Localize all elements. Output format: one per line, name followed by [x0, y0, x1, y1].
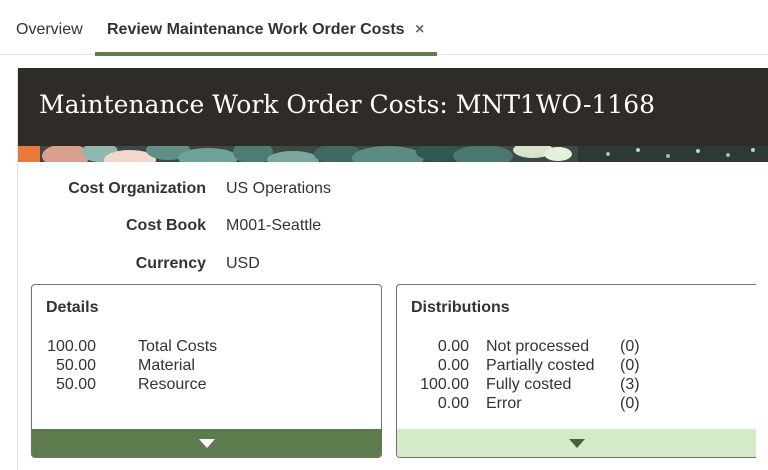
- distributions-label: Not processed: [486, 338, 590, 355]
- page-title: Maintenance Work Order Costs: MNT1WO-116…: [39, 90, 656, 119]
- distributions-row: 0.00 Error (0): [397, 394, 756, 413]
- details-label: Material: [138, 357, 195, 374]
- tab-bar: Overview Review Maintenance Work Order C…: [0, 0, 768, 56]
- tab-review-costs[interactable]: Review Maintenance Work Order Costs ×: [95, 0, 437, 56]
- currency-value: USD: [226, 255, 260, 272]
- details-expand-button[interactable]: [32, 429, 381, 457]
- currency-field: Currency USD: [0, 255, 768, 275]
- distributions-row: 0.00 Not processed (0): [397, 337, 756, 356]
- header-illustration: [18, 146, 768, 162]
- details-row: 100.00 Total Costs: [32, 337, 381, 356]
- page-header: Maintenance Work Order Costs: MNT1WO-116…: [18, 68, 768, 162]
- distributions-amount: 0.00: [437, 395, 469, 412]
- distributions-expand-button[interactable]: [397, 429, 756, 457]
- distributions-count: (0): [620, 338, 640, 355]
- details-row: 50.00 Resource: [32, 375, 381, 394]
- distributions-amount: 0.00: [437, 357, 469, 374]
- details-title: Details: [46, 299, 99, 316]
- details-amount: 50.00: [55, 376, 96, 393]
- cost-book-label: Cost Book: [126, 217, 206, 234]
- details-row: 50.00 Material: [32, 356, 381, 375]
- distributions-amount: 100.00: [420, 376, 469, 393]
- distributions-label: Fully costed: [486, 376, 572, 393]
- distributions-label: Error: [486, 395, 522, 412]
- tab-overview[interactable]: Overview: [16, 0, 83, 55]
- details-card: Details 100.00 Total Costs 50.00 Materia…: [31, 284, 382, 458]
- distributions-row: 100.00 Fully costed (3): [397, 375, 756, 394]
- tab-review-costs-label: Review Maintenance Work Order Costs: [107, 21, 405, 38]
- cost-book-field: Cost Book M001-Seattle: [0, 217, 768, 237]
- tab-overview-label: Overview: [16, 21, 83, 38]
- details-amount: 50.00: [55, 357, 96, 374]
- cost-organization-value: US Operations: [226, 180, 331, 197]
- distributions-count: (0): [620, 357, 640, 374]
- distributions-label: Partially costed: [486, 357, 595, 374]
- distributions-count: (3): [620, 376, 640, 393]
- details-label: Resource: [138, 376, 207, 393]
- chevron-down-icon: [568, 439, 585, 448]
- distributions-count: (0): [620, 395, 640, 412]
- cost-organization-label: Cost Organization: [68, 180, 206, 197]
- distributions-card: Distributions 0.00 Not processed (0) 0.0…: [396, 284, 756, 458]
- details-label: Total Costs: [138, 338, 218, 355]
- details-amount: 100.00: [47, 338, 96, 355]
- cost-book-value: M001-Seattle: [226, 217, 322, 234]
- distributions-row: 0.00 Partially costed (0): [397, 356, 756, 375]
- cost-organization-field: Cost Organization US Operations: [0, 180, 768, 200]
- close-icon[interactable]: ×: [415, 0, 424, 60]
- distributions-title: Distributions: [411, 299, 510, 316]
- distributions-amount: 0.00: [437, 338, 469, 355]
- chevron-down-icon: [198, 439, 215, 448]
- currency-label: Currency: [135, 255, 206, 272]
